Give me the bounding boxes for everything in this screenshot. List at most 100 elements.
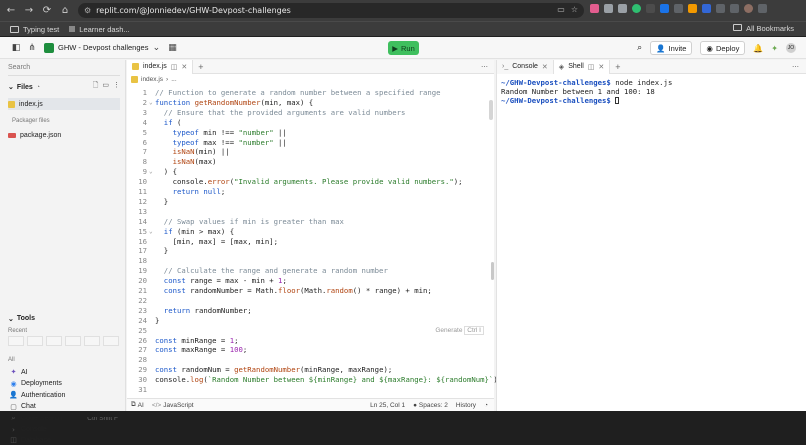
breadcrumb-file[interactable]: index.js bbox=[141, 76, 163, 83]
search-icon[interactable]: ⌕ bbox=[637, 43, 642, 53]
terminal-cursor bbox=[615, 97, 620, 105]
run-button[interactable]: ▶ Run bbox=[388, 41, 419, 55]
tool-deployments[interactable]: ◉ Deployments bbox=[10, 379, 122, 389]
extension-icon[interactable] bbox=[618, 4, 627, 13]
more-options-icon[interactable]: ⋯ bbox=[792, 63, 799, 71]
terminal-output[interactable]: ~/GHW-Devpost-challenges$ node index.js … bbox=[501, 78, 672, 105]
extension-icon[interactable] bbox=[604, 4, 613, 13]
tool-authentication[interactable]: 👤 Authentication bbox=[9, 390, 122, 400]
generate-hint[interactable]: Generate Ctrl I bbox=[435, 325, 484, 336]
close-icon[interactable]: ✕ bbox=[542, 63, 548, 71]
deploy-button[interactable]: ◉ Deploy bbox=[700, 41, 746, 55]
browser-toolbar: ← → ⟳ ⌂ ⚙ replit.com/@Jonniedev/GHW-Devp… bbox=[0, 0, 806, 21]
layout-icon[interactable]: ▦ bbox=[166, 42, 178, 54]
tool-label: Chat bbox=[21, 403, 36, 410]
close-icon[interactable]: ✕ bbox=[598, 63, 604, 71]
add-tab-icon[interactable]: + bbox=[198, 62, 203, 72]
reload-icon[interactable]: ⟳ bbox=[40, 4, 54, 18]
editor-scrollbar[interactable] bbox=[489, 100, 493, 120]
sparkle-icon[interactable]: ✦ bbox=[771, 44, 778, 53]
file-item-package-json[interactable]: package.json bbox=[8, 129, 120, 141]
ai-icon: ⧉ bbox=[131, 401, 136, 408]
database-icon: ◫ bbox=[10, 436, 17, 444]
history-icon[interactable]: ◔ bbox=[36, 84, 40, 91]
status-cursor-position[interactable]: Ln 25, Col 1 bbox=[370, 402, 405, 409]
extension-icon[interactable] bbox=[688, 4, 697, 13]
new-folder-icon[interactable]: ▭ bbox=[102, 81, 109, 92]
bookmark-typing-test[interactable]: Typing test bbox=[10, 25, 59, 34]
play-icon: ▶ bbox=[392, 43, 398, 53]
chevron-down-icon[interactable]: ⌄ bbox=[150, 42, 162, 54]
split-icon[interactable]: ◫ bbox=[171, 63, 178, 71]
all-bookmarks-label: All Bookmarks bbox=[746, 24, 794, 33]
tab-label: Console bbox=[512, 63, 538, 70]
console-tabs: ›_ Console ✕ ◈ Shell ◫ ✕ + ⋯ bbox=[497, 59, 806, 74]
bookmark-star-icon[interactable]: ☆ bbox=[571, 5, 578, 14]
tool-database[interactable]: ◫ Database bbox=[10, 435, 122, 445]
address-bar[interactable]: ⚙ replit.com/@Jonniedev/GHW-Devpost-chal… bbox=[78, 3, 584, 18]
cast-icon[interactable]: ▭ bbox=[557, 5, 565, 14]
recent-tool-tile[interactable] bbox=[65, 336, 81, 346]
js-file-icon bbox=[131, 76, 138, 83]
new-file-icon[interactable]: 🗋 bbox=[93, 81, 99, 92]
avatar[interactable]: JO bbox=[786, 43, 796, 53]
bookmark-favicon bbox=[69, 26, 76, 32]
repl-name[interactable]: GHW - Devpost challenges bbox=[58, 43, 148, 52]
recent-tool-tile[interactable] bbox=[46, 336, 62, 346]
console-icon: ›_ bbox=[502, 63, 509, 70]
all-tools-label: All bbox=[8, 357, 15, 363]
all-bookmarks[interactable]: All Bookmarks bbox=[733, 24, 794, 33]
tool-ai[interactable]: ✦ AI bbox=[10, 367, 122, 377]
recent-tool-tile[interactable] bbox=[103, 336, 119, 346]
pane-resize-handle[interactable] bbox=[491, 262, 494, 280]
search-input[interactable]: Search bbox=[8, 64, 120, 76]
status-language[interactable]: JavaScript bbox=[163, 402, 193, 409]
close-icon[interactable]: ✕ bbox=[181, 63, 187, 71]
profile-avatar-icon[interactable] bbox=[744, 4, 753, 13]
folder-icon bbox=[10, 25, 19, 33]
bell-icon[interactable]: 🔔 bbox=[753, 44, 763, 53]
sidebar-toggle-icon[interactable]: ◧ bbox=[10, 42, 22, 54]
file-item-index-js[interactable]: index.js bbox=[8, 98, 120, 110]
tab-console[interactable]: ›_ Console ✕ bbox=[497, 59, 554, 74]
recent-tool-tile[interactable] bbox=[27, 336, 43, 346]
more-options-icon[interactable]: ⋮ bbox=[113, 81, 120, 92]
extension-icon[interactable] bbox=[646, 4, 655, 13]
spaces-indicator[interactable]: ● Spaces: 2 bbox=[413, 402, 448, 409]
files-section-header[interactable]: ⌄ Files ◔ 🗋 ▭ ⋮ bbox=[8, 81, 120, 93]
split-icon[interactable]: ◫ bbox=[588, 63, 595, 71]
back-icon[interactable]: ← bbox=[4, 4, 18, 18]
js-file-icon bbox=[132, 63, 139, 70]
shell-pane: ›_ Console ✕ ◈ Shell ◫ ✕ + ⋯ ~/GHW-Devpo… bbox=[496, 59, 806, 411]
home-icon[interactable]: ⌂ bbox=[58, 4, 72, 18]
tab-label: Shell bbox=[568, 63, 584, 70]
status-history[interactable]: History bbox=[456, 402, 476, 409]
status-ai[interactable]: AI bbox=[138, 402, 144, 409]
workspace-menu-icon[interactable]: ⋔ bbox=[26, 42, 38, 54]
history-icon[interactable]: ◔ bbox=[484, 402, 488, 409]
tab-index-js[interactable]: index.js ◫ ✕ bbox=[127, 59, 194, 74]
extension-icon[interactable] bbox=[632, 4, 641, 13]
more-options-icon[interactable]: ⋯ bbox=[481, 63, 488, 71]
forward-icon[interactable]: → bbox=[22, 4, 36, 18]
side-panel-icon[interactable] bbox=[730, 4, 739, 13]
invite-button[interactable]: 👤 Invite bbox=[650, 41, 693, 55]
site-settings-icon[interactable]: ⚙ bbox=[84, 6, 91, 15]
extension-icon[interactable] bbox=[590, 4, 599, 13]
add-tab-icon[interactable]: + bbox=[615, 62, 620, 72]
tool-console[interactable]: › Console bbox=[10, 425, 122, 435]
tab-shell[interactable]: ◈ Shell ◫ ✕ bbox=[553, 59, 611, 74]
extensions-puzzle-icon[interactable] bbox=[716, 4, 725, 13]
menu-icon[interactable] bbox=[758, 4, 767, 13]
extension-icon[interactable] bbox=[674, 4, 683, 13]
packager-files-label: Packager files bbox=[12, 118, 50, 124]
recent-tool-tile[interactable] bbox=[8, 336, 24, 346]
tool-chat[interactable]: ▢ Chat bbox=[10, 402, 122, 412]
bookmark-learner-dash[interactable]: Learner dash... bbox=[69, 25, 130, 34]
tools-section-header[interactable]: ⌄ Tools bbox=[8, 315, 35, 323]
prompt-path: ~/GHW-Devpost-challenges$ bbox=[501, 95, 611, 105]
breadcrumb-more[interactable]: ... bbox=[171, 76, 176, 83]
extension-icon[interactable] bbox=[660, 4, 669, 13]
extension-icon[interactable] bbox=[702, 4, 711, 13]
recent-tool-tile[interactable] bbox=[84, 336, 100, 346]
